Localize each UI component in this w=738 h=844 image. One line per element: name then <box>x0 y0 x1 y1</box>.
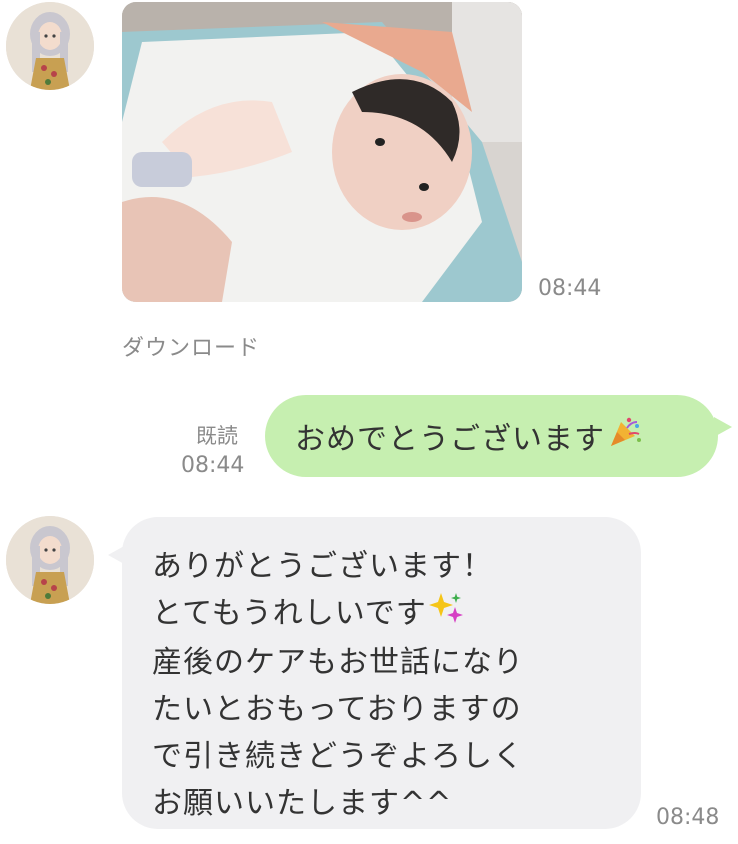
message-timestamp: 08:44 <box>538 276 602 301</box>
read-receipt: 既読 <box>196 424 238 448</box>
message-line: ありがとうございます！ <box>152 549 493 584</box>
party-popper-icon <box>607 414 643 458</box>
incoming-message-bubble[interactable]: ありがとうございます！ とてもうれしいです 産後のケアもお世話になり たいとおも… <box>108 517 641 829</box>
message-timestamp: 08:48 <box>656 805 720 830</box>
sparkles-icon <box>428 591 463 639</box>
message-line: お願いいたします^^ <box>152 785 453 821</box>
sender-avatar[interactable] <box>6 516 94 604</box>
bubble-tail <box>714 417 732 437</box>
message-line-with-emoji: とてもうれしいです <box>152 590 621 639</box>
outgoing-message-bubble[interactable]: おめでとうございます <box>265 395 732 477</box>
message-text: おめでとうございます <box>295 422 605 457</box>
message-timestamp: 08:44 <box>181 453 245 478</box>
message-line: で引き続きどうぞよろしく <box>152 738 524 774</box>
message-line: 産後のケアもお世話になり <box>152 644 524 680</box>
message-line-text: とてもうれしいです <box>152 596 427 631</box>
bubble-tail <box>108 545 126 565</box>
baby-photo-message[interactable] <box>122 2 522 302</box>
sender-avatar[interactable] <box>6 2 94 90</box>
message-line: たいとおもっておりますの <box>152 691 522 727</box>
download-link[interactable]: ダウンロード <box>122 330 260 362</box>
